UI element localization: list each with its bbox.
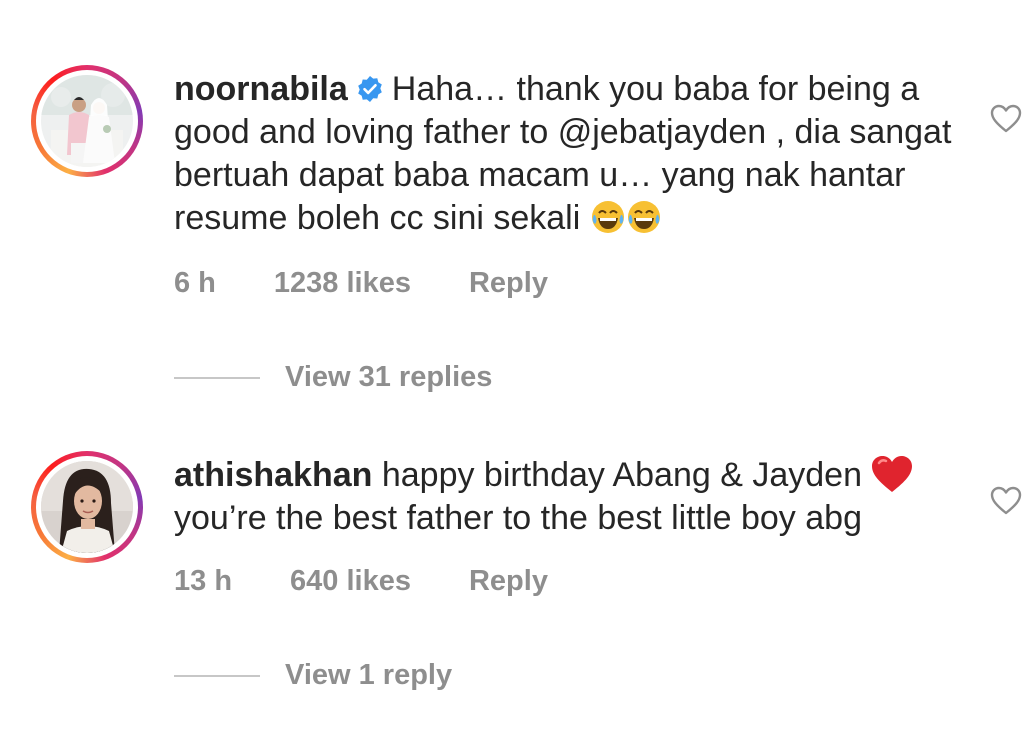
comment-text: athishakhan happy birthday Abang & Jayde…	[174, 454, 954, 540]
avatar-image	[41, 75, 133, 167]
comment-username[interactable]: noornabila	[174, 70, 348, 108]
replies-divider-line	[174, 674, 260, 677]
comment-timestamp: 6 h	[174, 267, 216, 299]
comment-meta: 6 h 1238 likes Reply	[174, 267, 548, 300]
story-ring[interactable]	[31, 65, 143, 177]
view-replies-button[interactable]: View 1 reply	[174, 659, 452, 692]
view-replies-label: View 31 replies	[285, 361, 493, 393]
like-heart-icon[interactable]	[990, 486, 1022, 516]
red-heart-emoji-icon	[871, 456, 912, 492]
comment-likes-count[interactable]: 1238 likes	[274, 267, 411, 300]
comment-username[interactable]: athishakhan	[174, 456, 372, 494]
like-heart-icon[interactable]	[990, 104, 1022, 134]
comment-timestamp: 13 h	[174, 565, 233, 597]
comment-meta: 13 h 640 likes Reply	[174, 565, 548, 598]
tears-of-joy-emoji-icon	[627, 201, 660, 233]
avatar[interactable]	[41, 461, 133, 553]
avatar-border	[36, 70, 138, 172]
comment-body-continued: you’re the best father to the best littl…	[174, 499, 862, 537]
reply-button[interactable]: Reply	[469, 565, 548, 598]
avatar-image	[41, 461, 133, 553]
comment-body: happy birthday Abang & Jayden	[381, 456, 862, 494]
verified-badge-icon	[357, 76, 382, 102]
replies-divider-line	[174, 376, 260, 379]
reply-button[interactable]: Reply	[469, 267, 548, 300]
avatar-border	[36, 456, 138, 558]
avatar[interactable]	[41, 75, 133, 167]
comment-likes-count[interactable]: 640 likes	[290, 565, 411, 598]
tears-of-joy-emoji-icon	[591, 201, 624, 233]
comment-text: noornabila Haha… thank you baba for bein…	[174, 68, 954, 240]
view-replies-button[interactable]: View 31 replies	[174, 361, 492, 394]
story-ring[interactable]	[31, 451, 143, 563]
view-replies-label: View 1 reply	[285, 659, 453, 691]
